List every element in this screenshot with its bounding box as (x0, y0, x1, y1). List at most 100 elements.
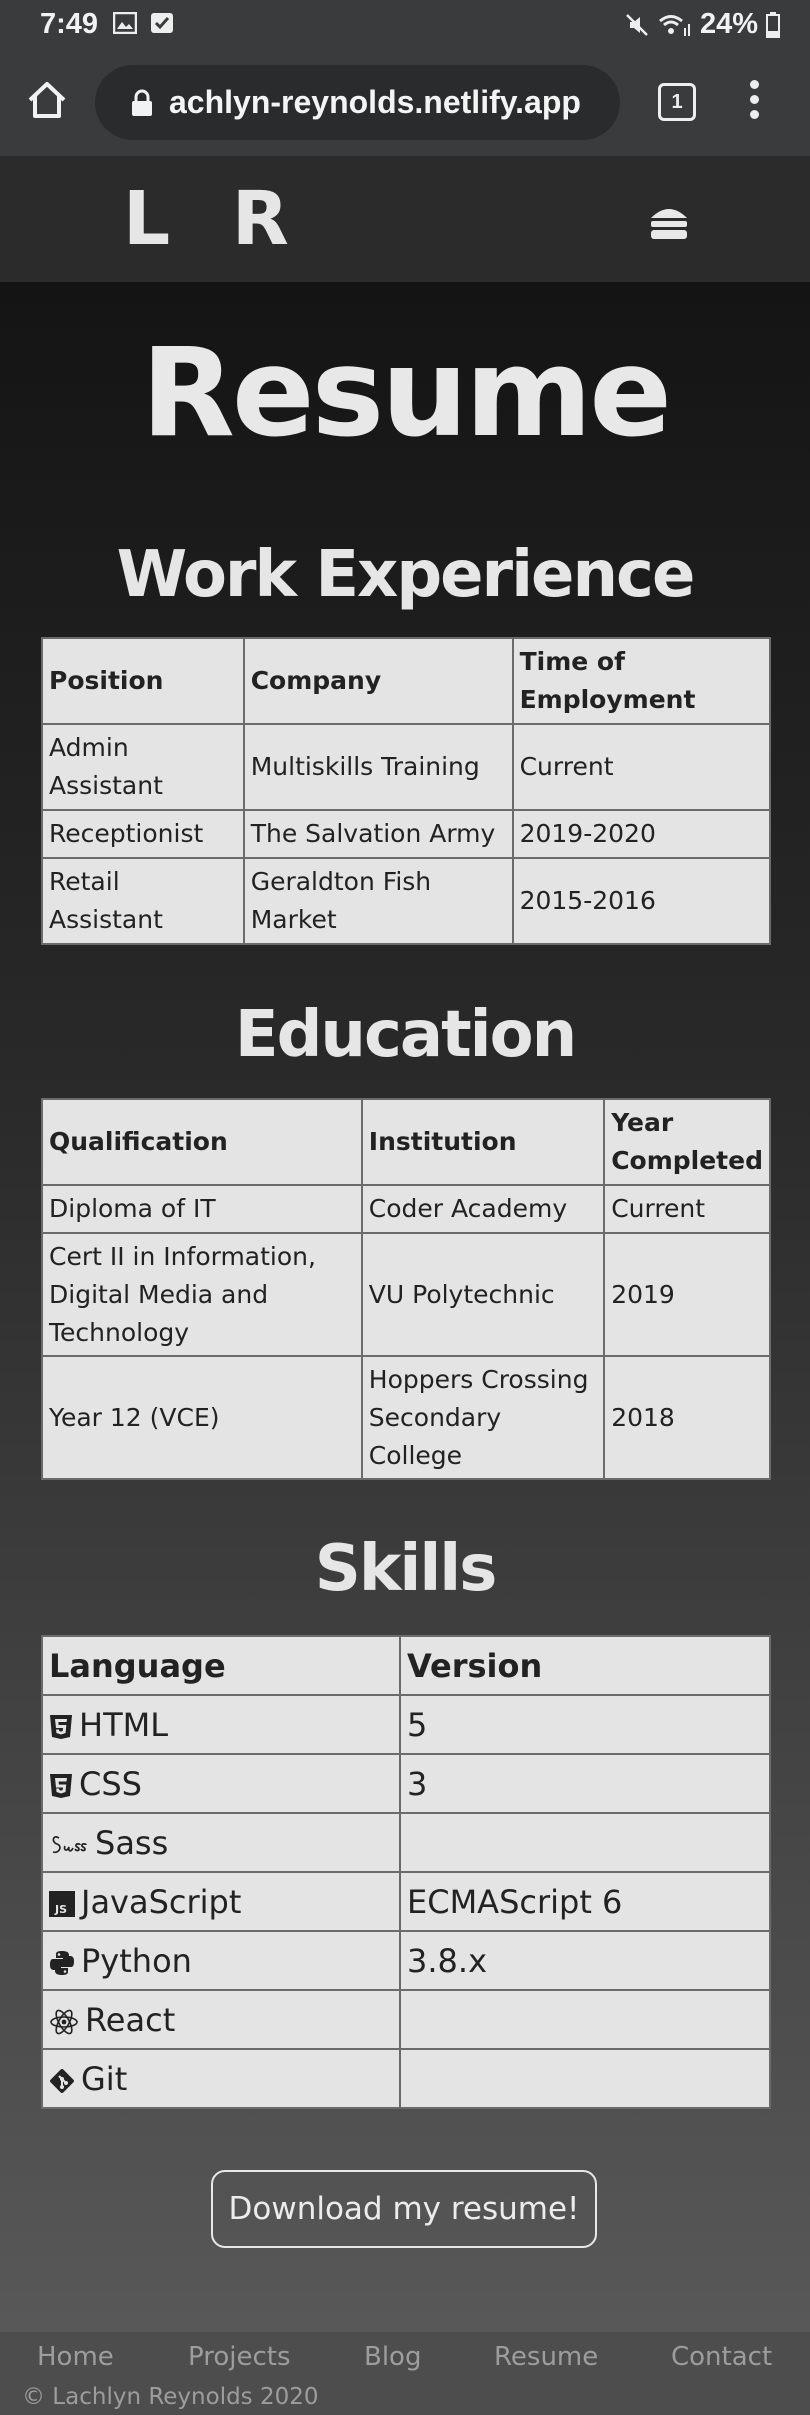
table-row: Retail Assistant Geraldton Fish Market 2… (41, 857, 772, 945)
table-row: Python 3.8.x (41, 1930, 771, 1991)
table-row: Year 12 (VCE) Hoppers Crossing Secondary… (41, 1355, 771, 1480)
table-cell: Python (41, 1930, 401, 1991)
column-header: Company (242, 637, 514, 725)
address-bar[interactable]: achlyn-reynolds.netlify.app (95, 65, 620, 140)
table-row: CSS 3 (41, 1753, 771, 1814)
table-cell: Admin Assistant (41, 723, 245, 811)
download-resume-button[interactable]: Download my resume! (211, 2170, 597, 2248)
column-header: Time of Employment (511, 637, 772, 725)
table-cell: Current (603, 1184, 771, 1234)
battery-icon (766, 11, 780, 38)
footer-link-home[interactable]: Home (37, 2342, 114, 2372)
html5-icon (50, 1714, 72, 1739)
table-cell: Hoppers Crossing Secondary College (360, 1355, 606, 1480)
python-icon (50, 1950, 74, 1975)
table-cell (399, 2048, 771, 2109)
footer-link-contact[interactable]: Contact (671, 2342, 772, 2372)
site-header: L R (0, 156, 810, 282)
table-cell: ECMAScript 6 (399, 1871, 771, 1932)
mute-icon (626, 13, 648, 36)
table-cell: The Salvation Army (242, 809, 514, 859)
table-cell: 2018 (603, 1355, 771, 1480)
url-text: achlyn-reynolds.netlify.app (169, 84, 581, 120)
table-cell: Current (511, 723, 772, 811)
skills-heading: Skills (314, 1532, 498, 1606)
copyright-text: © Lachlyn Reynolds 2020 (22, 2384, 319, 2410)
table-cell: 3 (399, 1753, 771, 1814)
table-cell: JS JavaScript (41, 1871, 401, 1932)
skill-name: Git (81, 2059, 128, 2098)
table-cell: Geraldton Fish Market (242, 857, 514, 945)
column-header: Year Completed (603, 1098, 771, 1186)
footer-link-blog[interactable]: Blog (364, 2342, 421, 2372)
browser-toolbar: achlyn-reynolds.netlify.app 1 (0, 50, 810, 156)
react-icon (50, 2009, 78, 2034)
home-icon[interactable] (25, 78, 69, 122)
table-cell: HTML (41, 1694, 401, 1755)
table-cell (399, 1812, 771, 1873)
browser-menu-icon[interactable] (748, 80, 760, 124)
status-time: 7:49 (40, 8, 99, 40)
table-cell: 3.8.x (399, 1930, 771, 1991)
table-row: Git (41, 2048, 771, 2109)
table-row: Sass (41, 1812, 771, 1873)
check-notification-icon (151, 13, 173, 33)
table-row: JS JavaScript ECMAScript 6 (41, 1871, 771, 1932)
work-experience-table: Position Company Time of Employment Admi… (41, 637, 772, 945)
table-cell: Multiskills Training (242, 723, 514, 811)
table-cell: Cert II in Information, Digital Media an… (41, 1232, 363, 1357)
site-footer: Home Projects Blog Resume Contact © Lach… (0, 2332, 810, 2415)
tab-switcher-button[interactable]: 1 (658, 83, 696, 121)
skill-name: CSS (79, 1764, 142, 1803)
table-cell: 5 (399, 1694, 771, 1755)
table-header-row: Language Version (41, 1635, 771, 1696)
table-cell: Coder Academy (360, 1184, 606, 1234)
site-logo[interactable]: L R (123, 176, 307, 262)
table-cell: 2019-2020 (511, 809, 772, 859)
battery-percent: 24% (699, 8, 758, 40)
hamburger-menu-icon[interactable] (648, 204, 690, 242)
column-header: Qualification (41, 1098, 363, 1186)
css3-icon (50, 1773, 72, 1798)
column-header: Language (41, 1635, 401, 1696)
git-icon (50, 2068, 74, 2093)
footer-link-resume[interactable]: Resume (494, 2342, 598, 2372)
table-cell: Sass (41, 1812, 401, 1873)
status-bar: 7:49 24% (0, 0, 810, 50)
table-cell: 2019 (603, 1232, 771, 1357)
column-header: Institution (360, 1098, 606, 1186)
education-table: Qualification Institution Year Completed… (41, 1098, 771, 1480)
table-cell: Retail Assistant (41, 857, 245, 945)
status-indicators: 24% (624, 8, 780, 41)
table-row: Receptionist The Salvation Army 2019-202… (41, 809, 772, 859)
work-experience-heading: Work Experience (116, 538, 696, 612)
table-row: Cert II in Information, Digital Media an… (41, 1232, 771, 1357)
table-cell: Diploma of IT (41, 1184, 363, 1234)
table-row: Diploma of IT Coder Academy Current (41, 1184, 771, 1234)
footer-link-projects[interactable]: Projects (188, 2342, 291, 2372)
skills-table: Language Version HTML 5 CSS 3 Sass JS Jav… (41, 1635, 771, 2109)
table-cell: VU Polytechnic (360, 1232, 606, 1357)
table-row: HTML 5 (41, 1694, 771, 1755)
table-header-row: Qualification Institution Year Completed (41, 1098, 771, 1186)
table-cell: Receptionist (41, 809, 245, 859)
skill-name: JavaScript (81, 1882, 242, 1921)
javascript-icon: JS (49, 1890, 75, 1917)
sass-icon (52, 1835, 87, 1853)
skill-name: React (85, 2000, 176, 2039)
table-row: Admin Assistant Multiskills Training Cur… (41, 723, 772, 811)
svg-text:JS: JS (54, 1903, 67, 1916)
skill-name: Python (81, 1941, 192, 1980)
table-cell: Git (41, 2048, 401, 2109)
table-row: React (41, 1989, 771, 2050)
table-cell (399, 1989, 771, 2050)
column-header: Position (41, 637, 245, 725)
lock-icon (132, 89, 152, 116)
page-title: Resume (140, 322, 672, 464)
table-header-row: Position Company Time of Employment (41, 637, 772, 725)
table-cell: React (41, 1989, 401, 2050)
education-heading: Education (234, 998, 577, 1072)
table-cell: CSS (41, 1753, 401, 1814)
column-header: Version (399, 1635, 771, 1696)
gallery-notification-icon (113, 12, 137, 34)
